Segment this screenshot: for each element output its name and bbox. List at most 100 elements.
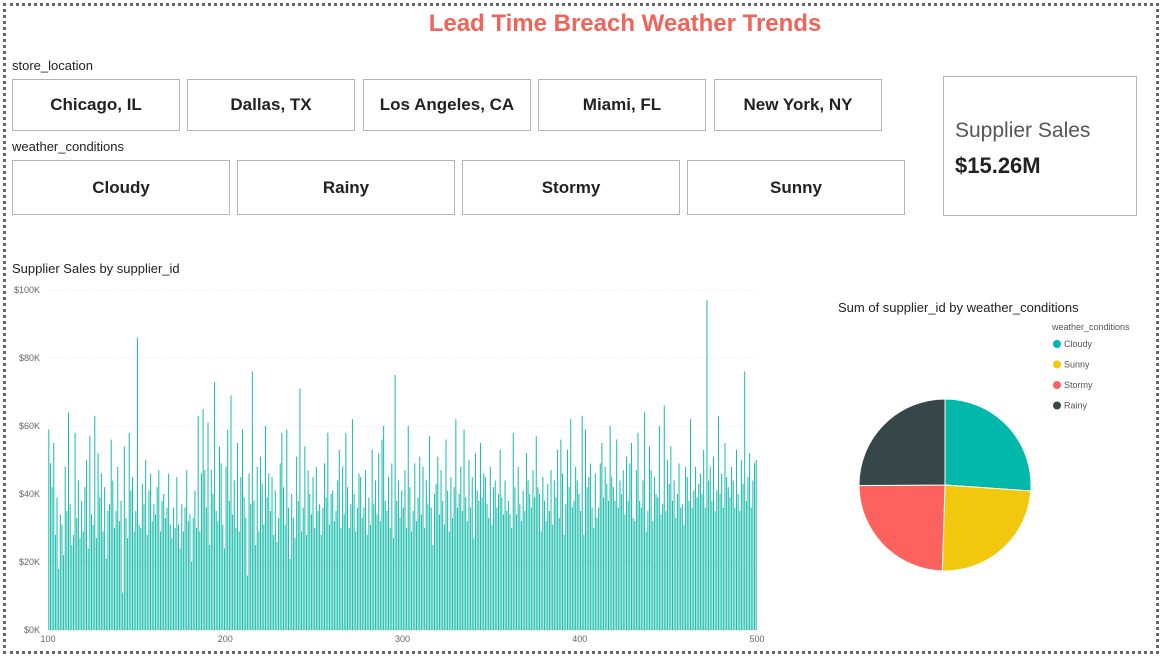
bar[interactable] [204, 470, 206, 630]
bar[interactable] [378, 453, 380, 630]
bar[interactable] [565, 504, 567, 630]
bar[interactable] [381, 439, 383, 630]
bar[interactable] [667, 460, 669, 630]
bar[interactable] [537, 487, 539, 630]
bar[interactable] [601, 443, 603, 630]
bar[interactable] [279, 463, 281, 630]
bar[interactable] [187, 521, 189, 630]
bar[interactable] [74, 432, 76, 630]
bar[interactable] [337, 480, 339, 630]
bar[interactable] [389, 528, 391, 630]
bar[interactable] [701, 494, 703, 630]
bar[interactable] [473, 538, 475, 630]
bar[interactable] [386, 511, 388, 630]
supplier-sales-card[interactable]: Supplier Sales $15.26M [943, 76, 1137, 216]
bar[interactable] [200, 473, 202, 630]
bar[interactable] [322, 507, 324, 630]
bar[interactable] [301, 531, 303, 630]
bar[interactable] [130, 490, 132, 630]
bar[interactable] [455, 419, 457, 630]
bar[interactable] [584, 429, 587, 630]
bar[interactable] [734, 507, 736, 630]
bar[interactable] [274, 490, 276, 630]
bar[interactable] [404, 470, 406, 630]
pie-slice-cloudy[interactable] [944, 398, 1032, 492]
bar[interactable] [138, 524, 140, 630]
bar[interactable] [291, 494, 293, 630]
bar[interactable] [391, 463, 393, 630]
bar[interactable] [685, 466, 687, 630]
bar[interactable] [215, 511, 217, 630]
bar[interactable] [371, 449, 373, 630]
bar[interactable] [145, 460, 147, 630]
bar[interactable] [450, 477, 452, 630]
bar[interactable] [529, 494, 531, 630]
bar[interactable] [118, 521, 120, 630]
bar[interactable] [406, 528, 408, 630]
bar[interactable] [440, 470, 442, 630]
bar[interactable] [315, 466, 317, 630]
bar[interactable] [519, 504, 521, 630]
bar[interactable] [496, 507, 498, 630]
bar[interactable] [507, 500, 509, 630]
bar[interactable] [647, 511, 649, 630]
bar[interactable] [353, 494, 355, 630]
bar[interactable] [470, 507, 472, 630]
bar[interactable] [89, 436, 91, 630]
bar[interactable] [100, 473, 102, 630]
bar[interactable] [658, 426, 660, 630]
bar[interactable] [284, 524, 286, 630]
bar[interactable] [575, 466, 577, 630]
bar[interactable] [552, 524, 554, 630]
bar[interactable] [222, 524, 224, 630]
pie-slice-stormy[interactable] [858, 484, 946, 572]
bar[interactable] [635, 470, 637, 630]
bar[interactable] [383, 426, 385, 630]
bar[interactable] [173, 507, 175, 630]
bar[interactable] [424, 528, 426, 630]
slicer-item-cloudy[interactable]: Cloudy [12, 160, 230, 215]
bar[interactable] [550, 470, 552, 630]
bar[interactable] [665, 511, 667, 630]
bar[interactable] [681, 504, 683, 630]
bar[interactable] [374, 480, 376, 630]
bar[interactable] [305, 534, 307, 630]
bar[interactable] [199, 531, 201, 630]
bar[interactable] [425, 480, 427, 630]
bar[interactable] [680, 507, 682, 630]
bar[interactable] [189, 514, 191, 630]
bar[interactable] [58, 568, 60, 630]
bar[interactable] [392, 538, 394, 630]
bar[interactable] [673, 480, 675, 630]
bar[interactable] [97, 453, 99, 630]
bar[interactable] [639, 500, 641, 630]
bar[interactable] [107, 511, 109, 630]
bar[interactable] [686, 477, 688, 630]
bar[interactable] [281, 432, 283, 630]
bar[interactable] [233, 480, 235, 630]
bar[interactable] [640, 507, 642, 630]
bar[interactable] [540, 531, 542, 630]
bar[interactable] [506, 511, 508, 630]
bar[interactable] [264, 426, 266, 630]
bar[interactable] [478, 500, 480, 630]
bar[interactable] [263, 524, 265, 630]
bar[interactable] [453, 487, 455, 630]
bar[interactable] [304, 446, 306, 630]
bar[interactable] [148, 490, 150, 630]
bar[interactable] [596, 517, 598, 630]
bar[interactable] [594, 473, 596, 630]
legend-item[interactable]: Stormy [1064, 380, 1093, 390]
bar[interactable] [79, 538, 81, 630]
bar[interactable] [448, 531, 450, 630]
bar[interactable] [220, 463, 222, 630]
bar[interactable] [662, 504, 664, 630]
bar[interactable] [525, 453, 527, 630]
bar[interactable] [452, 517, 454, 630]
bar[interactable] [583, 534, 585, 630]
bar[interactable] [271, 477, 273, 630]
bar[interactable] [68, 412, 70, 630]
bar[interactable] [614, 500, 616, 630]
bar[interactable] [276, 541, 278, 630]
bar[interactable] [414, 463, 416, 630]
